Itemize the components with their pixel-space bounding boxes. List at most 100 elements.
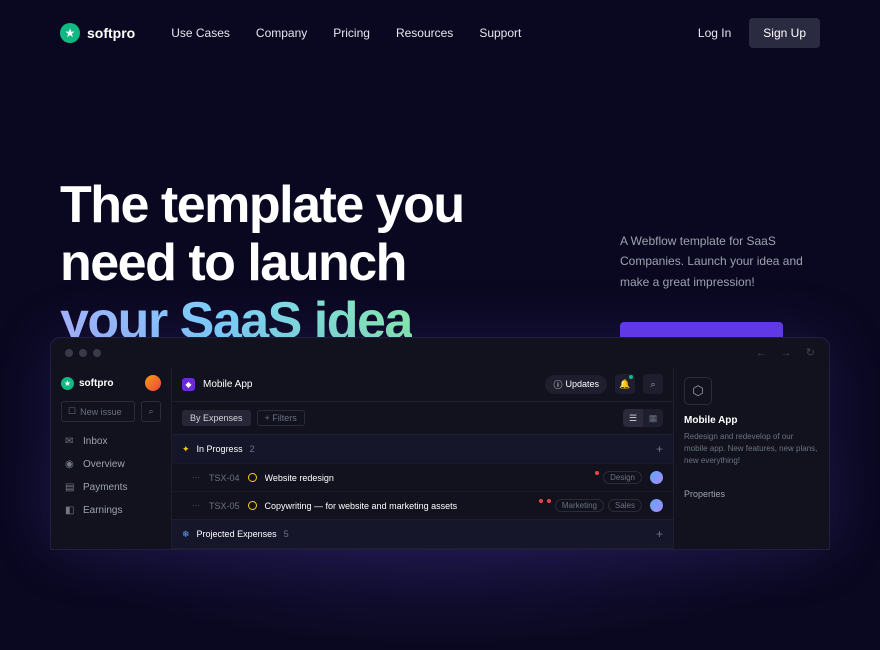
sidebar-item-payments[interactable]: ▤ Payments [61, 480, 161, 495]
sidebar-nav: ✉ Inbox ◉ Overview ▤ Payments ◧ Earnings [61, 434, 161, 518]
nav-pricing[interactable]: Pricing [333, 26, 370, 40]
primary-nav: Use Cases Company Pricing Resources Supp… [171, 26, 662, 40]
app-brand[interactable]: ★ softpro [61, 377, 113, 390]
section-projected-expenses: ❄ Projected Expenses 5 + [172, 520, 673, 549]
goal-icon: ❄ [182, 529, 190, 540]
drag-handle-icon[interactable]: ⋯ [192, 501, 201, 510]
project-header: ◆ Mobile App ⓘUpdates 🔔 ⌕ [172, 367, 673, 402]
plus-icon: ☐ [68, 406, 76, 417]
nav-resources[interactable]: Resources [396, 26, 453, 40]
priority-dot [547, 499, 551, 503]
tag-sales[interactable]: Sales [608, 499, 642, 512]
table-row[interactable]: ⋯ TSX-04 Website redesign Design [172, 463, 673, 491]
brand-logo[interactable]: ★ softpro [60, 23, 135, 43]
sidebar-item-label: Inbox [83, 436, 107, 447]
close-dot[interactable] [65, 349, 73, 357]
add-item-button[interactable]: + [656, 442, 663, 456]
nav-support[interactable]: Support [479, 26, 521, 40]
nav-company[interactable]: Company [256, 26, 307, 40]
notification-dot [629, 375, 633, 379]
app-brand-name: softpro [79, 378, 113, 389]
drag-handle-icon[interactable]: ⋯ [192, 473, 201, 482]
sidebar-item-earnings[interactable]: ◧ Earnings [61, 503, 161, 518]
grid-view-button[interactable]: ▦ [643, 409, 663, 427]
sidebar-item-overview[interactable]: ◉ Overview [61, 457, 161, 472]
hero-headline-area: The template you need to launch your Saa… [60, 176, 520, 364]
project-title: Mobile App [203, 379, 537, 390]
star-icon: ★ [61, 377, 74, 390]
minimize-dot[interactable] [79, 349, 87, 357]
payments-icon: ▤ [65, 482, 76, 493]
back-icon[interactable]: ← [756, 347, 767, 359]
hero-title-line1: The template you [60, 176, 464, 234]
info-icon: ⓘ [553, 378, 562, 391]
sidebar-search-button[interactable]: ⌕ [141, 401, 161, 422]
forward-icon[interactable]: → [781, 347, 792, 359]
hero-title: The template you need to launch your Saa… [60, 176, 520, 351]
progress-icon: ✦ [182, 444, 190, 455]
login-link[interactable]: Log In [698, 26, 731, 40]
maximize-dot[interactable] [93, 349, 101, 357]
tag-marketing[interactable]: Marketing [555, 499, 604, 512]
details-panel: ⬡ Mobile App Redesign and redevelop of o… [674, 367, 829, 549]
row-title: Copywriting — for website and marketing … [265, 501, 531, 511]
star-icon: ★ [60, 23, 80, 43]
section-header[interactable]: ❄ Projected Expenses 5 + [172, 520, 673, 548]
list-view-button[interactable]: ☰ [623, 409, 643, 427]
signup-button[interactable]: Sign Up [749, 18, 820, 48]
assignee-avatar[interactable] [650, 471, 663, 484]
view-switcher: ☰ ▦ [623, 409, 663, 427]
section-header[interactable]: ✦ In Progress 2 + [172, 435, 673, 463]
sidebar-item-label: Payments [83, 482, 127, 493]
status-icon [248, 473, 257, 482]
details-description: Redesign and redevelop of our mobile app… [684, 431, 819, 467]
tag-design[interactable]: Design [603, 471, 642, 484]
earnings-icon: ◧ [65, 505, 76, 516]
hero-subtitle: A Webflow template for SaaS Companies. L… [620, 231, 820, 292]
notifications-button[interactable]: 🔔 [615, 374, 635, 394]
priority-dot [539, 499, 543, 503]
refresh-icon[interactable]: ↻ [806, 346, 815, 359]
search-button[interactable]: ⌕ [643, 374, 663, 394]
row-id: TSX-05 [209, 501, 240, 511]
filter-by-expenses[interactable]: By Expenses [182, 410, 251, 426]
brand-name: softpro [87, 25, 135, 41]
hero-cta-area: A Webflow template for SaaS Companies. L… [620, 176, 820, 364]
main-panel: ◆ Mobile App ⓘUpdates 🔔 ⌕ By Expenses + … [171, 367, 674, 549]
sidebar-item-label: Overview [83, 459, 125, 470]
section-title: Projected Expenses [197, 529, 277, 539]
section-in-progress: ✦ In Progress 2 + ⋯ TSX-04 Website redes… [172, 435, 673, 520]
section-count: 2 [250, 444, 255, 454]
hero-title-line2: need to launch [60, 234, 406, 292]
assignee-avatar[interactable] [650, 499, 663, 512]
updates-label: Updates [565, 379, 599, 389]
avatar[interactable] [145, 375, 161, 391]
inbox-icon: ✉ [65, 436, 76, 447]
filter-bar: By Expenses + Filters ☰ ▦ [172, 402, 673, 435]
add-filter-button[interactable]: + Filters [257, 410, 305, 426]
overview-icon: ◉ [65, 459, 76, 470]
row-tags: Marketing Sales [539, 499, 642, 512]
details-title: Mobile App [684, 415, 819, 426]
auth-actions: Log In Sign Up [698, 18, 820, 48]
row-tags: Design [595, 471, 642, 484]
priority-dot [595, 471, 599, 475]
cube-icon: ⬡ [684, 377, 712, 405]
new-issue-button[interactable]: ☐ New issue [61, 401, 135, 422]
section-title: In Progress [197, 444, 243, 454]
sidebar-item-label: Earnings [83, 505, 122, 516]
site-header: ★ softpro Use Cases Company Pricing Reso… [0, 0, 880, 66]
row-title: Website redesign [265, 473, 588, 483]
new-issue-label: New issue [80, 407, 122, 417]
sidebar-item-inbox[interactable]: ✉ Inbox [61, 434, 161, 449]
window-titlebar: ← → ↻ [51, 338, 829, 367]
properties-heading: Properties [684, 489, 819, 499]
row-id: TSX-04 [209, 473, 240, 483]
table-row[interactable]: ⋯ TSX-05 Copywriting — for website and m… [172, 491, 673, 519]
shield-icon: ◆ [182, 378, 195, 391]
app-preview-window: ← → ↻ ★ softpro ☐ New issue ⌕ ✉ Inbox [50, 337, 830, 550]
nav-use-cases[interactable]: Use Cases [171, 26, 230, 40]
add-item-button[interactable]: + [656, 527, 663, 541]
updates-badge[interactable]: ⓘUpdates [545, 375, 607, 394]
status-icon [248, 501, 257, 510]
